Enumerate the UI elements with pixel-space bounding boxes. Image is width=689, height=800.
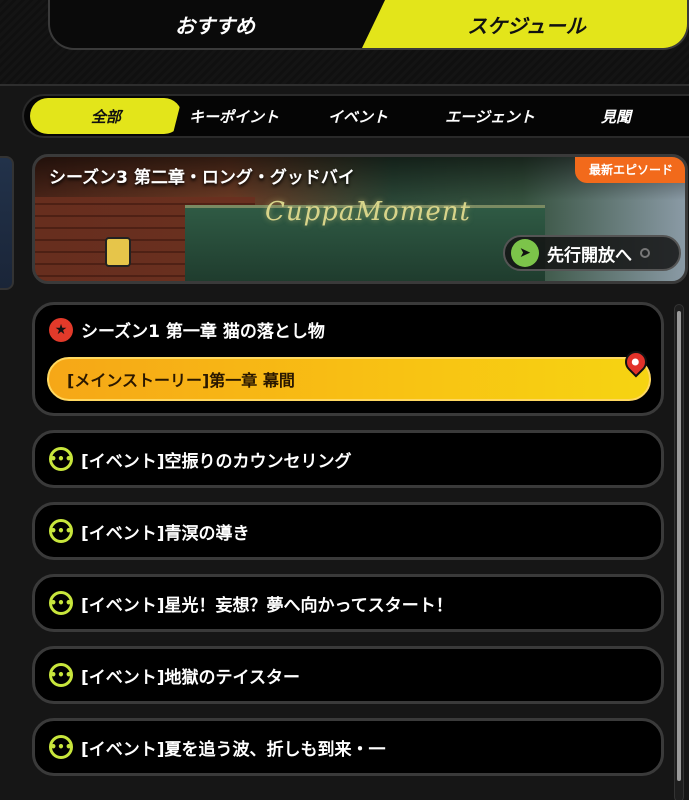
- more-icon: •••: [49, 735, 73, 759]
- top-tab-bar: おすすめ スケジュール: [48, 0, 689, 50]
- list-item[interactable]: ••• [イベント]星光！妄想？夢へ向かってスタート！: [32, 574, 664, 632]
- more-icon: •••: [49, 519, 73, 543]
- season-title: シーズン1 第一章 猫の落とし物: [81, 322, 325, 342]
- current-story-label: [メインストーリー]第一章 幕間: [67, 371, 295, 390]
- tab-schedule[interactable]: スケジュール: [362, 0, 687, 48]
- banner-shop-sign: CuppaMoment: [265, 197, 471, 227]
- event-label: [イベント]夏を追う波、折しも到来・一: [81, 739, 386, 760]
- episode-banner[interactable]: CuppaMoment シーズン3 第二章・ロング・グッドバイ 最新エピソード …: [32, 154, 688, 284]
- previous-banner-edge[interactable]: [0, 156, 14, 290]
- filter-bar: 全部 キーポイント イベント エージェント 見聞: [22, 94, 689, 138]
- pin-icon: [620, 346, 652, 378]
- list-item[interactable]: ••• [イベント]青溟の導き: [32, 502, 664, 560]
- more-icon: •••: [49, 591, 73, 615]
- schedule-list: ★ シーズン1 第一章 猫の落とし物 [メインストーリー]第一章 幕間 ••• …: [32, 302, 664, 790]
- list-item[interactable]: ••• [イベント]空振りのカウンセリング: [32, 430, 664, 488]
- early-access-label: 先行開放へ: [547, 245, 632, 266]
- banner-title: シーズン3 第二章・ロング・グッドバイ: [49, 168, 355, 188]
- send-icon: ➤: [511, 239, 539, 267]
- main-story-card[interactable]: ★ シーズン1 第一章 猫の落とし物 [メインストーリー]第一章 幕間: [32, 302, 664, 416]
- event-label: [イベント]星光！妄想？夢へ向かってスタート！: [81, 595, 453, 616]
- event-label: [イベント]空振りのカウンセリング: [81, 451, 352, 472]
- filter-agent[interactable]: エージェント: [430, 96, 550, 136]
- radio-indicator-icon: [640, 248, 650, 258]
- filter-all[interactable]: 全部: [30, 98, 182, 134]
- scrollbar-thumb[interactable]: [677, 311, 681, 781]
- season-header: ★ シーズン1 第一章 猫の落とし物: [49, 317, 325, 342]
- schedule-screen: おすすめ スケジュール 全部 キーポイント イベント エージェント 見聞 Cup…: [0, 0, 689, 800]
- star-icon: ★: [49, 317, 73, 342]
- early-access-button[interactable]: ➤ 先行開放へ: [503, 235, 681, 271]
- more-icon: •••: [49, 663, 73, 687]
- filter-sightseeing[interactable]: 見聞: [572, 96, 660, 136]
- banner-art-lamp: [105, 237, 131, 267]
- list-item[interactable]: ••• [イベント]地獄のテイスター: [32, 646, 664, 704]
- event-label: [イベント]青溟の導き: [81, 523, 250, 544]
- event-label: [イベント]地獄のテイスター: [81, 667, 301, 688]
- filter-event[interactable]: イベント: [310, 96, 406, 136]
- list-item[interactable]: ••• [イベント]夏を追う波、折しも到来・一: [32, 718, 664, 776]
- latest-episode-badge: 最新エピソード: [574, 157, 685, 183]
- list-scrollbar[interactable]: [674, 304, 684, 800]
- filter-key-points[interactable]: キーポイント: [182, 96, 286, 136]
- tab-recommend[interactable]: おすすめ: [50, 0, 380, 48]
- more-icon: •••: [49, 447, 73, 471]
- current-story-item[interactable]: [メインストーリー]第一章 幕間: [47, 346, 652, 401]
- schedule-panel: 全部 キーポイント イベント エージェント 見聞 CuppaMoment シーズ…: [0, 84, 689, 800]
